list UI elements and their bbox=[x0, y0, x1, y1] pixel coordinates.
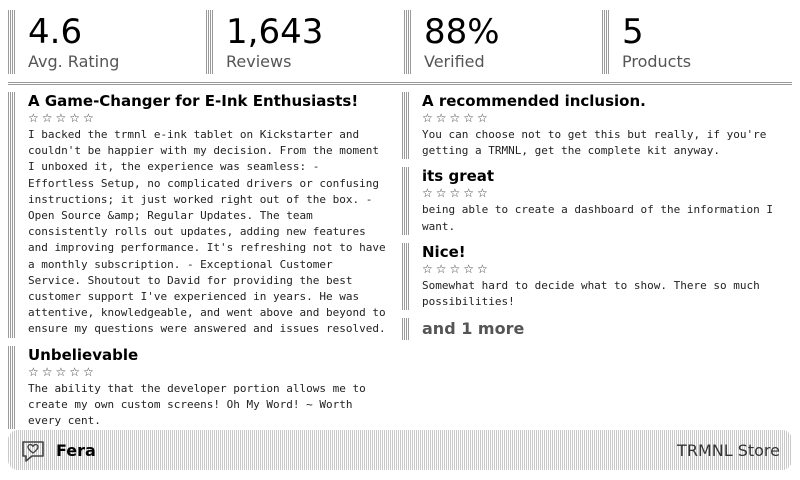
stat-label: Products bbox=[622, 52, 692, 71]
review-body: The ability that the developer portion a… bbox=[28, 381, 366, 428]
more-reviews-text: and 1 more bbox=[422, 319, 525, 339]
stat-label: Reviews bbox=[226, 52, 292, 71]
stat-bar bbox=[8, 10, 16, 74]
review-item: Nice! ☆☆☆☆☆ Somewhat hard to decide what… bbox=[402, 242, 794, 311]
more-reviews-indicator: and 1 more bbox=[402, 318, 794, 341]
review-bar bbox=[402, 92, 410, 160]
review-body: Somewhat hard to decide what to show. Th… bbox=[422, 278, 760, 309]
star-rating: ☆☆☆☆☆ bbox=[422, 261, 491, 276]
review-item: Unbelievable ☆☆☆☆☆ The ability that the … bbox=[8, 345, 392, 430]
review-body: I backed the trmnl e-ink tablet on Kicks… bbox=[28, 128, 386, 336]
star-rating: ☆☆☆☆☆ bbox=[28, 111, 97, 125]
review-bar bbox=[402, 242, 410, 311]
section-divider bbox=[8, 82, 792, 85]
stat-value: 5 bbox=[622, 12, 644, 52]
review-bar bbox=[8, 92, 16, 338]
star-rating: ☆☆☆☆☆ bbox=[422, 111, 491, 125]
stat-value: 88% bbox=[424, 12, 500, 52]
review-title: A recommended inclusion. bbox=[422, 92, 646, 110]
footer-background bbox=[8, 430, 792, 470]
review-bar bbox=[8, 345, 16, 430]
review-body: You can choose not to get this but reall… bbox=[422, 128, 767, 158]
reviews-column-left: A Game-Changer for E-Ink Enthusiasts! ☆☆… bbox=[8, 92, 392, 437]
stat-label: Avg. Rating bbox=[28, 52, 120, 71]
review-title: its great bbox=[422, 167, 495, 186]
review-item: A Game-Changer for E-Ink Enthusiasts! ☆☆… bbox=[8, 92, 392, 338]
reviews-column-right: A recommended inclusion. ☆☆☆☆☆ You can c… bbox=[402, 92, 794, 341]
review-title: Unbelievable bbox=[28, 345, 139, 364]
heart-chat-icon bbox=[20, 438, 46, 464]
provider-name: Fera bbox=[56, 441, 96, 460]
star-rating: ☆☆☆☆☆ bbox=[28, 364, 97, 379]
store-name: TRMNL Store bbox=[677, 441, 780, 460]
stat-value: 4.6 bbox=[28, 12, 83, 52]
stat-bar bbox=[404, 10, 412, 74]
footer-bar: Fera TRMNL Store bbox=[8, 430, 792, 470]
star-rating: ☆☆☆☆☆ bbox=[422, 186, 491, 201]
review-item: its great ☆☆☆☆☆ being able to create a d… bbox=[402, 167, 794, 235]
review-title: A Game-Changer for E-Ink Enthusiasts! bbox=[28, 92, 359, 110]
stat-bar bbox=[602, 10, 610, 74]
stat-value: 1,643 bbox=[226, 12, 324, 52]
review-item: A recommended inclusion. ☆☆☆☆☆ You can c… bbox=[402, 92, 794, 160]
review-bar bbox=[402, 318, 410, 341]
stat-bar bbox=[206, 10, 214, 74]
review-body: being able to create a dashboard of the … bbox=[422, 203, 773, 233]
stat-label: Verified bbox=[424, 52, 485, 71]
stats-row: 4.6 Avg. Rating 1,643 Reviews 88% Verifi… bbox=[8, 10, 792, 74]
review-title: Nice! bbox=[422, 242, 466, 261]
review-bar bbox=[402, 167, 410, 235]
